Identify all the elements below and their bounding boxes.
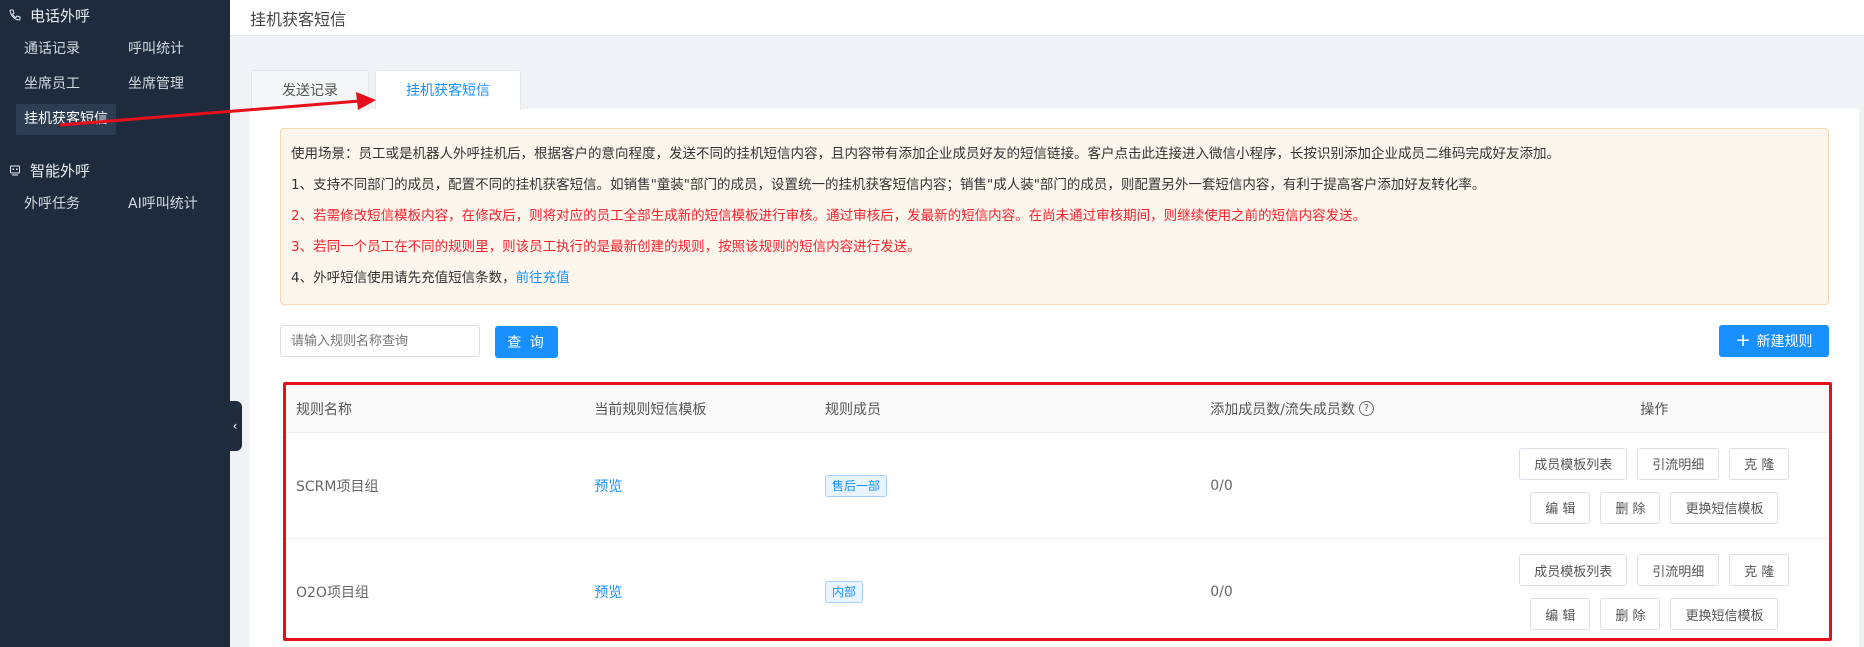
actions-cell: 成员模板列表 引流明细 克 隆 编 辑 删 除 更换短信模板 — [1480, 548, 1829, 636]
tab-hangup-sms[interactable]: 挂机获客短信 — [375, 70, 521, 110]
usage-notice: 使用场景：员工或是机器人外呼挂机后，根据客户的意向程度，发送不同的挂机短信内容，… — [280, 128, 1829, 305]
notice-line: 1、支持不同部门的成员，配置不同的挂机获客短信。如销售"童装"部门的成员，设置统… — [291, 177, 1486, 193]
count-cell: 0/0 — [1210, 477, 1233, 494]
nav-group-label: 智能外呼 — [30, 161, 91, 180]
col-header-actions: 操作 — [1640, 401, 1669, 418]
rule-name-search-input[interactable] — [280, 325, 480, 357]
change-template-button[interactable]: 更换短信模板 — [1670, 491, 1779, 524]
delete-button[interactable]: 删 除 — [1600, 598, 1661, 630]
member-templates-button[interactable]: 成员模板列表 — [1519, 447, 1628, 480]
traffic-detail-button[interactable]: 引流明细 — [1637, 554, 1720, 586]
nav-group-label: 电话外呼 — [30, 6, 91, 25]
notice-line: 使用场景：员工或是机器人外呼挂机后，根据客户的意向程度，发送不同的挂机短信内容，… — [291, 146, 1560, 162]
rule-name-cell: SCRM项目组 — [296, 478, 379, 495]
plus-icon: + — [1735, 330, 1751, 351]
tab-send-records[interactable]: 发送记录 — [251, 70, 369, 110]
sidebar-collapse-handle[interactable]: ‹ — [228, 401, 242, 451]
nav-item-hangup-sms[interactable]: 挂机获客短信 — [16, 104, 116, 135]
nav-item-call-records[interactable]: 通话记录 — [16, 34, 120, 65]
notice-line: 4、外呼短信使用请先充值短信条数，前往充值 — [291, 263, 1818, 294]
preview-link[interactable]: 预览 — [594, 585, 622, 601]
member-tag: 售后一部 — [824, 474, 887, 497]
table-header: 规则名称 当前规则短信模板 规则成员 添加成员数/流失成员数 ? 操作 — [286, 385, 1829, 433]
recharge-link[interactable]: 前往充值 — [516, 270, 570, 286]
tab-bar: 发送记录 挂机获客短信 — [251, 70, 527, 110]
clone-button[interactable]: 克 隆 — [1729, 447, 1790, 480]
nav-item-agent-management[interactable]: 坐席管理 — [120, 69, 224, 100]
nav-item-outbound-tasks[interactable]: 外呼任务 — [16, 189, 120, 220]
col-header-counts-label: 添加成员数/流失成员数 — [1210, 401, 1355, 418]
preview-link[interactable]: 预览 — [594, 479, 622, 495]
page-header: 挂机获客短信 — [230, 0, 1864, 36]
nav-item-call-stats[interactable]: 呼叫统计 — [120, 34, 224, 65]
robot-icon — [8, 163, 22, 177]
notice-line: 3、若同一个员工在不同的规则里，则该员工执行的是最新创建的规则，按照该规则的短信… — [291, 239, 921, 255]
edit-button[interactable]: 编 辑 — [1530, 491, 1591, 524]
nav-item-ai-call-stats[interactable]: AI呼叫统计 — [120, 189, 224, 220]
col-header-template: 当前规则短信模板 — [594, 401, 707, 418]
table-row: SCRM项目组 预览 售后一部 0/0 成员模板列表 引流明细 克 隆 编 辑 … — [286, 433, 1829, 539]
chevron-left-icon: ‹ — [232, 419, 238, 433]
new-rule-label: 新建规则 — [1756, 334, 1813, 350]
change-template-button[interactable]: 更换短信模板 — [1670, 598, 1779, 630]
question-icon[interactable]: ? — [1358, 401, 1374, 416]
phone-icon — [8, 8, 22, 22]
new-rule-button[interactable]: + 新建规则 — [1719, 325, 1829, 357]
member-tag: 内部 — [824, 581, 863, 603]
member-templates-button[interactable]: 成员模板列表 — [1519, 554, 1628, 586]
nav-group-smart-outbound[interactable]: 智能外呼 — [0, 155, 230, 185]
count-cell: 0/0 — [1210, 584, 1233, 600]
rules-table: 规则名称 当前规则短信模板 规则成员 添加成员数/流失成员数 ? 操作 SCRM… — [283, 382, 1832, 641]
search-button[interactable]: 查 询 — [495, 326, 558, 358]
rule-name-cell: O2O项目组 — [296, 585, 369, 601]
nav-group-phone-outbound[interactable]: 电话外呼 — [0, 0, 230, 30]
nav-item-agent-staff[interactable]: 坐席员工 — [16, 69, 120, 100]
notice-line-text: 4、外呼短信使用请先充值短信条数， — [291, 270, 516, 286]
edit-button[interactable]: 编 辑 — [1530, 598, 1591, 630]
traffic-detail-button[interactable]: 引流明细 — [1637, 447, 1720, 480]
table-row: O2O项目组 预览 内部 0/0 成员模板列表 引流明细 克 隆 编 辑 删 除… — [286, 539, 1829, 645]
sidebar: 电话外呼 通话记录 呼叫统计 坐席员工 坐席管理 挂机获客短信 智能外呼 外呼任… — [0, 0, 230, 647]
col-header-counts: 添加成员数/流失成员数 ? — [1210, 399, 1479, 419]
delete-button[interactable]: 删 除 — [1600, 491, 1661, 524]
clone-button[interactable]: 克 隆 — [1729, 554, 1790, 586]
notice-line: 2、若需修改短信模板内容，在修改后，则将对应的员工全部生成新的短信模板进行审核。… — [291, 208, 1367, 224]
col-header-members: 规则成员 — [824, 401, 881, 418]
page-title: 挂机获客短信 — [250, 9, 347, 29]
actions-cell: 成员模板列表 引流明细 克 隆 编 辑 删 除 更换短信模板 — [1480, 442, 1829, 530]
col-header-rule-name: 规则名称 — [296, 401, 352, 418]
